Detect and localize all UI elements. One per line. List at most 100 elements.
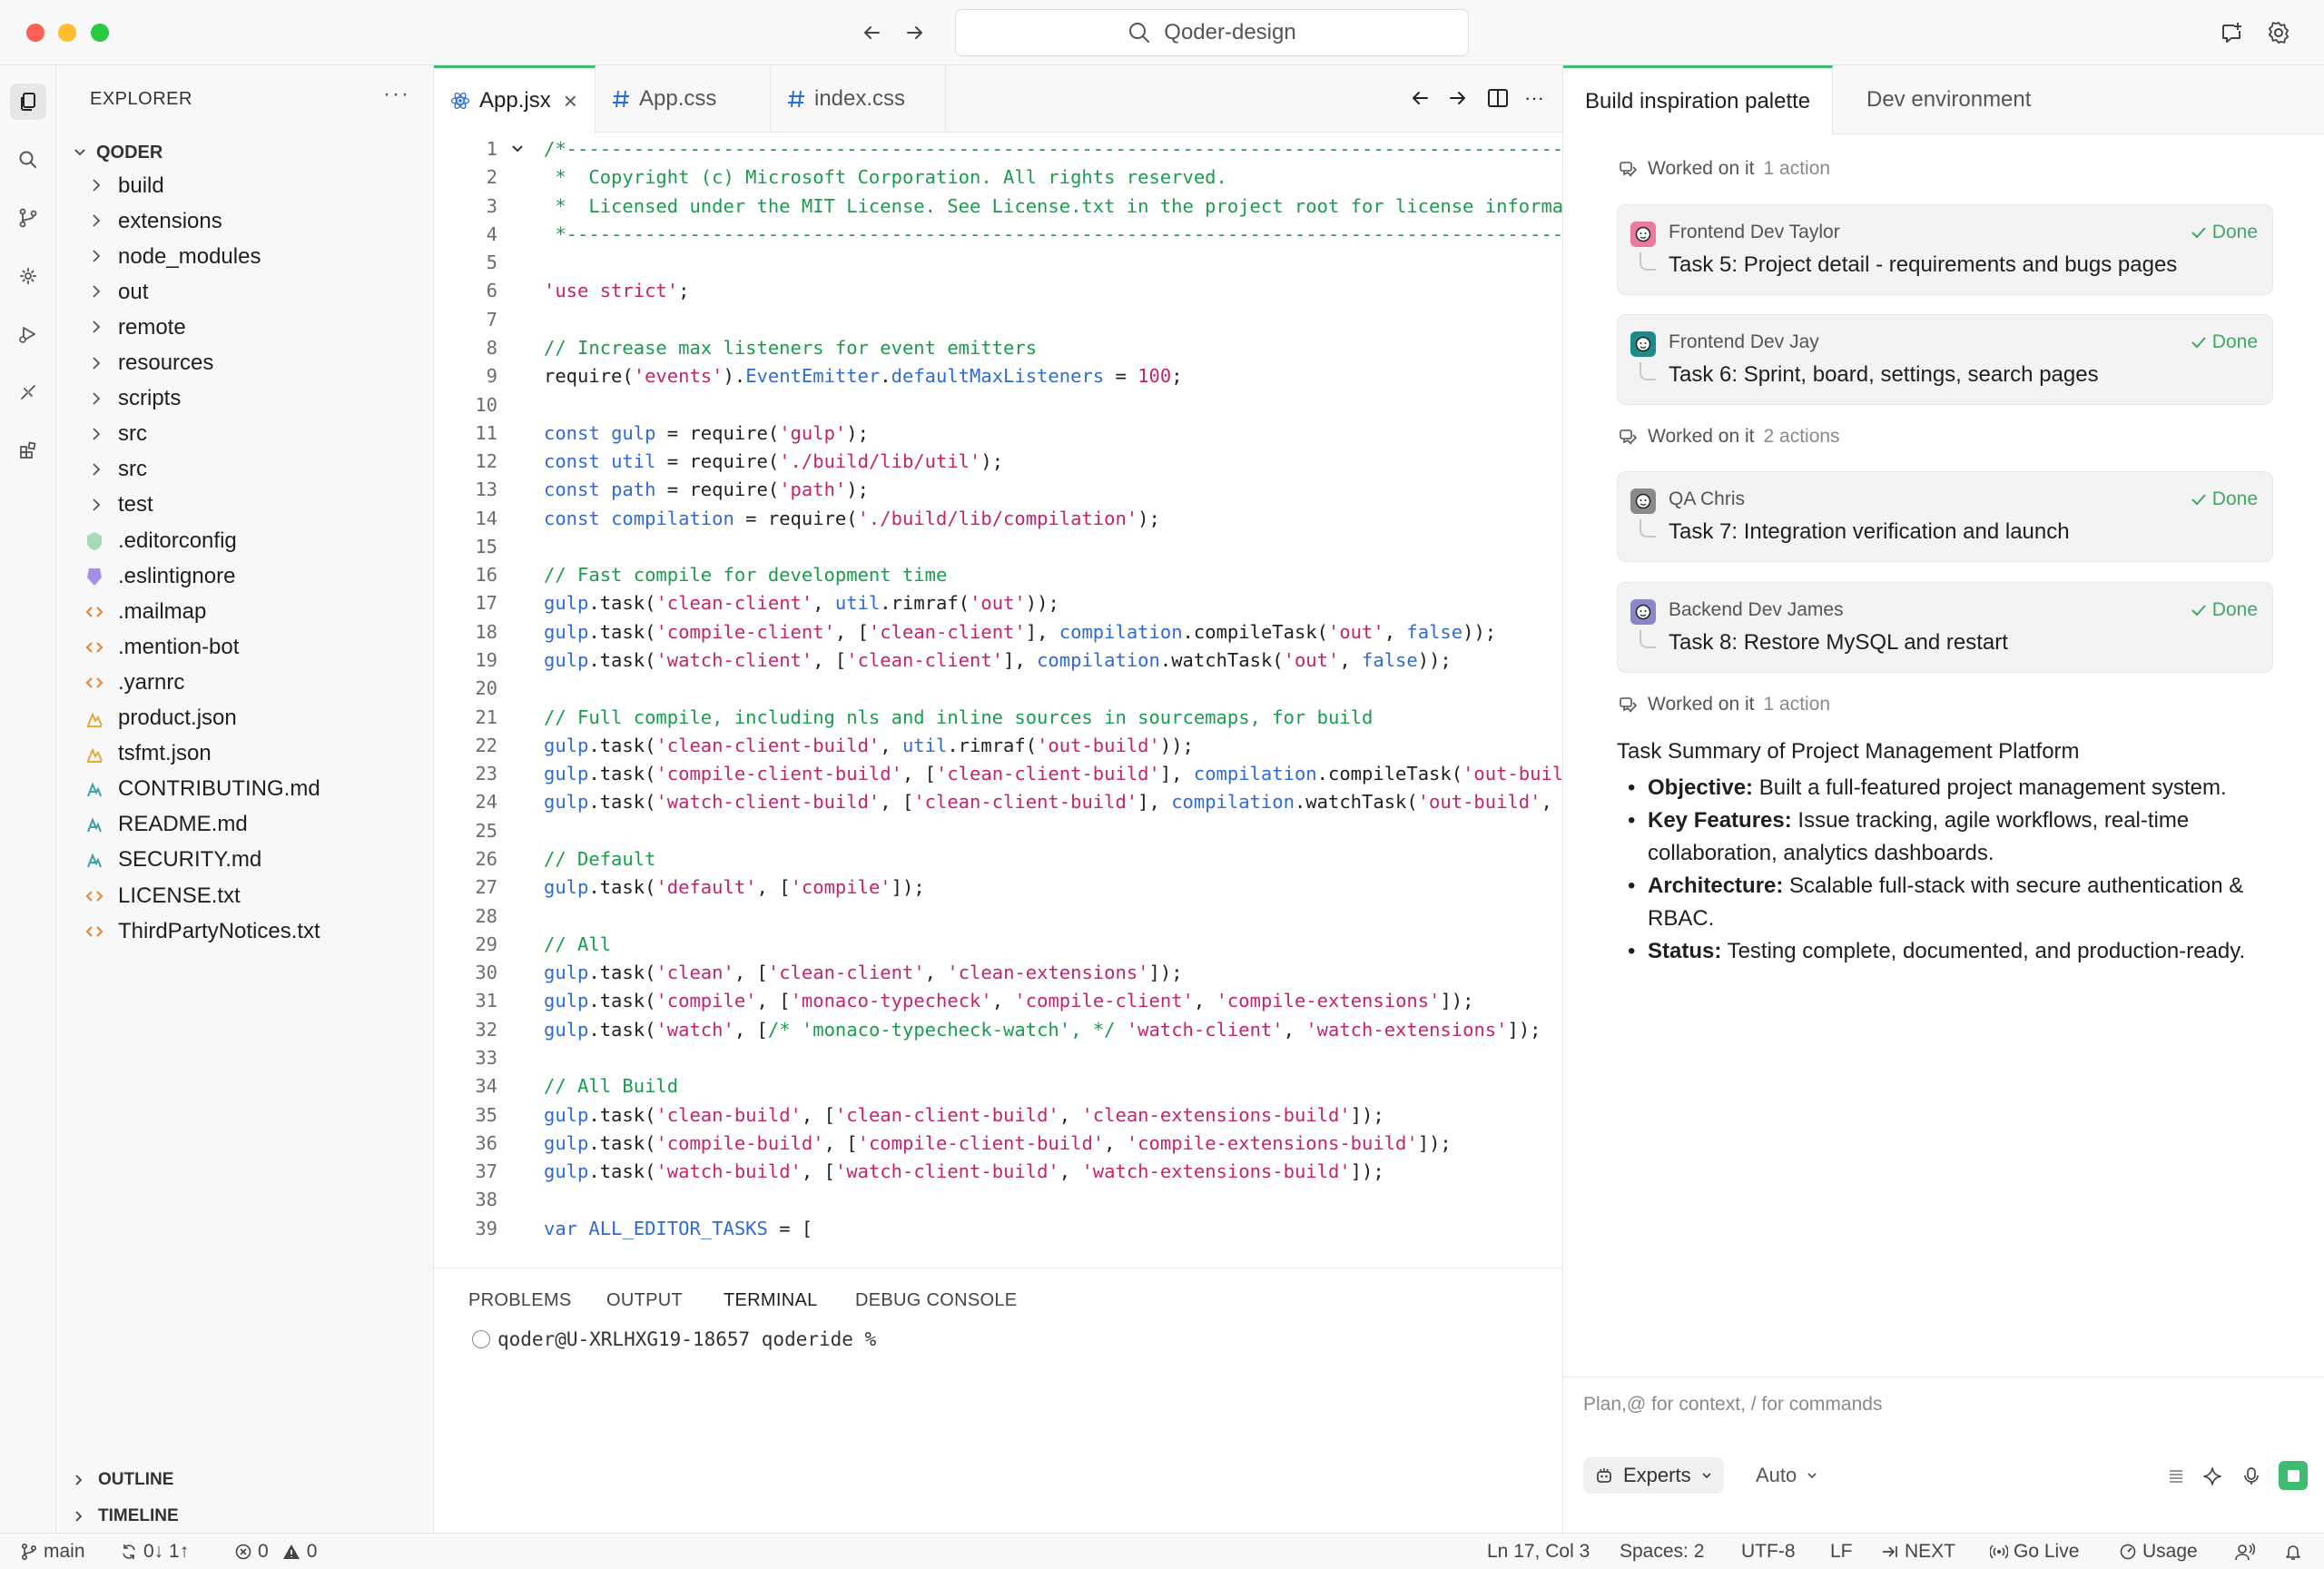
folder-item[interactable]: test	[56, 488, 434, 523]
cursor-position[interactable]: Ln 17, Col 3	[1487, 1534, 1590, 1569]
search-icon[interactable]	[10, 142, 46, 178]
forward-arrow-icon[interactable]	[901, 18, 930, 47]
ai-agents-icon[interactable]	[10, 258, 46, 294]
code-token: ,	[1384, 620, 1407, 643]
code-token: var	[544, 1217, 589, 1239]
panel-tab-terminal[interactable]: TERMINAL	[724, 1290, 818, 1311]
line-ending[interactable]: LF	[1830, 1534, 1853, 1569]
close-tab-icon[interactable]: ×	[564, 87, 577, 115]
tab-dev-environment[interactable]: Dev environment	[1845, 65, 2053, 134]
window-minimize-button[interactable]	[58, 24, 76, 42]
timeline-section[interactable]: TIMELINE	[73, 1500, 179, 1533]
navigate-back-icon[interactable]	[1405, 84, 1434, 113]
workspace-root[interactable]: QODER	[73, 138, 162, 167]
run-debug-icon[interactable]	[10, 316, 46, 352]
list-icon[interactable]	[2162, 1463, 2190, 1490]
tab-build-inspiration-palette[interactable]: Build inspiration palette	[1563, 65, 1834, 135]
file-item[interactable]: README.md	[56, 807, 434, 843]
folder-item[interactable]: scripts	[56, 381, 434, 417]
file-item[interactable]: .yarnrc	[56, 665, 434, 700]
stop-button[interactable]	[2279, 1461, 2308, 1490]
worked-on-it-row[interactable]: Worked on it 1 action	[1617, 154, 1830, 183]
code-token: , [	[880, 791, 914, 814]
outline-section[interactable]: OUTLINE	[73, 1464, 173, 1496]
extensions-icon[interactable]	[10, 432, 46, 469]
folder-item[interactable]: src	[56, 417, 434, 452]
code-line: 36 gulp.task('compile-build', ['compile-c…	[434, 1129, 1562, 1158]
experts-dropdown[interactable]: Experts	[1583, 1457, 1724, 1494]
code-line: 2 * Copyright (c) Microsoft Corporation.…	[434, 163, 1562, 192]
next-indicator[interactable]: NEXT	[1881, 1534, 1955, 1569]
go-live-button[interactable]: Go Live	[1990, 1534, 2079, 1569]
mode-dropdown[interactable]: Auto	[1756, 1457, 1818, 1494]
problems-indicator[interactable]: 0 0	[234, 1534, 317, 1569]
code-token: gulp	[544, 962, 589, 984]
folder-item[interactable]: src	[56, 452, 434, 488]
code-line: 34 // All Build	[434, 1071, 1562, 1100]
timeline-label: TIMELINE	[98, 1506, 179, 1525]
task-card[interactable]: Backend Dev James Done Task 8: Restore MyS…	[1617, 582, 2273, 673]
window-close-button[interactable]	[26, 24, 44, 42]
folder-item[interactable]: extensions	[56, 203, 434, 239]
file-item[interactable]: .eslintignore	[56, 558, 434, 594]
json-icon	[84, 708, 105, 730]
experts-icon	[1597, 1468, 1611, 1483]
sparkle-icon[interactable]	[2199, 1463, 2226, 1490]
folder-item[interactable]: resources	[56, 346, 434, 381]
tab-app-css[interactable]: App.css	[596, 65, 771, 133]
more-actions-icon[interactable]: ···	[383, 82, 410, 107]
code-editor[interactable]: 1 /*-------------------------------------…	[434, 134, 1562, 1268]
back-arrow-icon[interactable]	[857, 18, 886, 47]
branch-indicator[interactable]: main	[20, 1534, 85, 1569]
code-line: 1 /*-------------------------------------…	[434, 134, 1562, 163]
code-token: gulp	[544, 649, 589, 672]
explorer-files-icon[interactable]	[10, 84, 46, 120]
task-card[interactable]: QA Chris Done Task 7: Integration verifica…	[1617, 471, 2273, 562]
source-control-icon[interactable]	[10, 200, 46, 236]
folder-item[interactable]: build	[56, 168, 434, 203]
file-item[interactable]: CONTRIBUTING.md	[56, 772, 434, 807]
file-item[interactable]: product.json	[56, 701, 434, 736]
sync-indicator[interactable]: 0↓ 1↑	[120, 1534, 189, 1569]
panel-tab-debug-console[interactable]: DEBUG CONSOLE	[855, 1290, 1017, 1311]
usage-indicator[interactable]: Usage	[2119, 1534, 2198, 1569]
task-card[interactable]: Frontend Dev Taylor Done Task 5: Project d…	[1617, 204, 2273, 295]
tab-app-jsx[interactable]: App.jsx ×	[434, 65, 596, 133]
code-text: gulp.task('compile', ['monaco-typecheck'…	[544, 986, 1473, 1015]
code-text: gulp.task('clean', ['clean-client', 'cle…	[544, 958, 1183, 987]
worked-on-it-row[interactable]: Worked on it 2 actions	[1617, 422, 1840, 451]
navigate-forward-icon[interactable]	[1443, 84, 1472, 113]
file-item[interactable]: LICENSE.txt	[56, 878, 434, 913]
accounts-icon[interactable]	[2235, 1534, 2255, 1569]
file-item[interactable]: .editorconfig	[56, 523, 434, 558]
indentation[interactable]: Spaces: 2	[1620, 1534, 1704, 1569]
task-card[interactable]: Frontend Dev Jay Done Task 6: Sprint, boar…	[1617, 314, 2273, 405]
window-maximize-button[interactable]	[91, 24, 109, 42]
chat-input[interactable]: Plan,@ for context, / for commands	[1583, 1394, 1882, 1416]
file-item[interactable]: tsfmt.json	[56, 736, 434, 772]
new-chat-icon[interactable]	[2217, 18, 2246, 47]
notifications-bell-icon[interactable]	[2284, 1534, 2302, 1569]
file-item[interactable]: .mailmap	[56, 594, 434, 629]
folder-item[interactable]: remote	[56, 310, 434, 345]
agent-name: Frontend Dev Taylor	[1669, 222, 1840, 242]
file-item[interactable]: .mention-bot	[56, 629, 434, 665]
command-search-box[interactable]: Qoder-design	[955, 9, 1469, 56]
file-item[interactable]: SECURITY.md	[56, 843, 434, 878]
file-item[interactable]: ThirdPartyNotices.txt	[56, 913, 434, 949]
panel-tab-problems[interactable]: PROBLEMS	[468, 1290, 572, 1311]
panel-tab-output[interactable]: OUTPUT	[606, 1290, 683, 1311]
settings-gear-icon[interactable]	[2264, 18, 2293, 47]
tab-index-css[interactable]: index.css	[771, 65, 946, 133]
folder-item[interactable]: out	[56, 274, 434, 310]
terminal-line[interactable]: qoder@U-XRLHXG19-18657 qoderide %	[472, 1328, 876, 1350]
editor-more-icon[interactable]: ···	[1520, 84, 1549, 113]
folder-item[interactable]: node_modules	[56, 239, 434, 274]
fold-chevron-icon[interactable]	[510, 142, 525, 156]
worked-on-it-row[interactable]: Worked on it 1 action	[1617, 690, 1830, 719]
remote-tools-icon[interactable]	[10, 374, 46, 410]
summary-item: Key Features: Issue tracking, agile work…	[1617, 804, 2289, 870]
encoding[interactable]: UTF-8	[1741, 1534, 1796, 1569]
split-editor-icon[interactable]	[1483, 84, 1512, 113]
microphone-icon[interactable]	[2238, 1463, 2265, 1490]
